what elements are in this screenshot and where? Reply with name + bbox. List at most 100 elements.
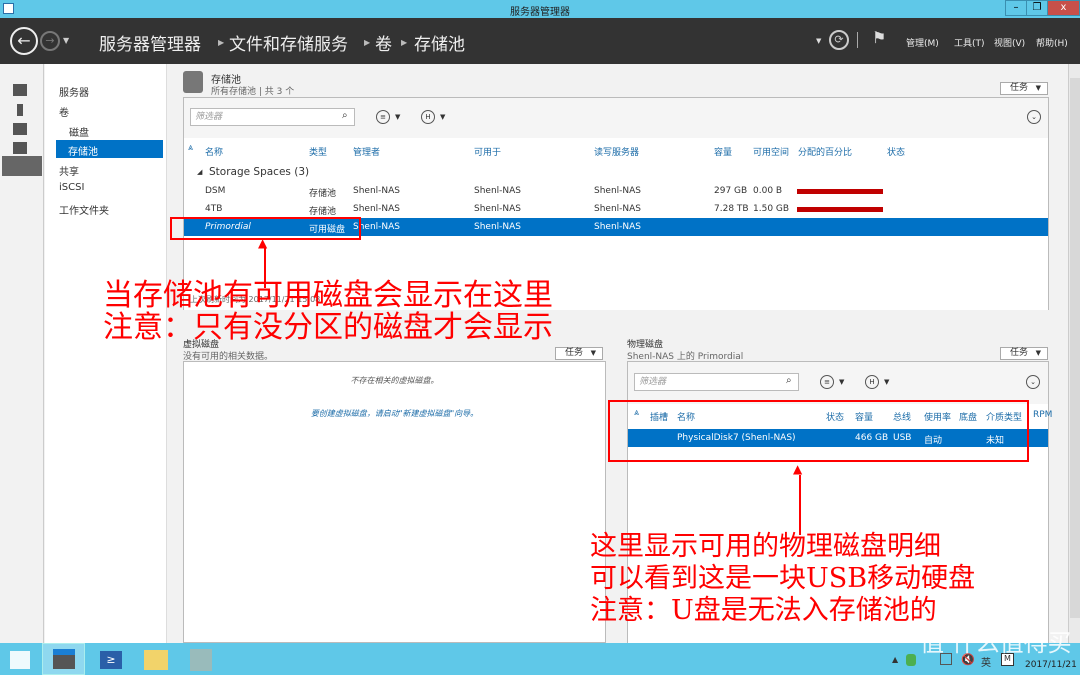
dropdown-icon[interactable]: ▼: [440, 113, 445, 121]
breadcrumb-server-manager[interactable]: 服务器管理器: [99, 30, 201, 55]
scroll-thumb[interactable]: [1070, 78, 1080, 618]
nav-panel: 服务器 卷 磁盘 存储池 共享 iSCSI 工作文件夹: [45, 64, 167, 643]
search-icon[interactable]: ⌕: [342, 110, 348, 121]
dashboard-icon[interactable]: [13, 84, 27, 96]
col-free[interactable]: 可用空间: [753, 145, 789, 158]
col-type[interactable]: 类型: [309, 145, 327, 158]
pools-tasks-button[interactable]: 任务: [1000, 82, 1048, 95]
nav-storage-pools[interactable]: 存储池: [56, 140, 163, 158]
start-button[interactable]: [10, 651, 30, 669]
group-collapse-icon[interactable]: ◢: [197, 168, 202, 176]
nav-volumes[interactable]: 卷: [59, 104, 69, 119]
vdisk-panel: 不存在相关的虚拟磁盘。 要创建虚拟磁盘，请启动"新建虚拟磁盘"向导。: [183, 361, 606, 643]
menu-tools[interactable]: 工具(T): [954, 36, 985, 49]
breadcrumb-file-storage[interactable]: 文件和存储服务: [229, 30, 348, 55]
cell-managed: Shenl-NAS: [353, 204, 401, 214]
annotation-arrowhead-icon: ▲: [793, 462, 803, 476]
server-manager-icon: [53, 649, 75, 669]
file-storage-icon[interactable]: [2, 156, 42, 176]
annotation-text: 注意：只有没分区的磁盘才会显示: [103, 310, 553, 345]
dropdown-icon[interactable]: ▼: [839, 378, 844, 386]
menu-view[interactable]: 视图(V): [994, 36, 1025, 49]
server-group-icon[interactable]: [13, 142, 27, 154]
save-query-icon[interactable]: H: [865, 375, 879, 389]
breadcrumb-separator-icon: ▶: [401, 38, 408, 47]
powershell-icon[interactable]: ≥: [100, 651, 122, 669]
annotation-text: 注意：U盘是无法入存储池的: [590, 595, 937, 626]
dropdown-icon[interactable]: ▼: [884, 378, 889, 386]
notifications-flag-icon[interactable]: ⚑: [872, 28, 886, 47]
left-icon-strip: [0, 64, 44, 643]
cell-available: Shenl-NAS: [474, 186, 522, 196]
pdisk-tasks-button[interactable]: 任务: [1000, 347, 1048, 360]
history-dropdown-icon[interactable]: ▼: [63, 36, 69, 45]
list-view-icon[interactable]: ≡: [376, 110, 390, 124]
col-capacity[interactable]: 容量: [714, 145, 732, 158]
nav-work-folders[interactable]: 工作文件夹: [59, 202, 109, 217]
close-button[interactable]: x: [1047, 0, 1080, 16]
nav-shares[interactable]: 共享: [59, 163, 79, 178]
vdisk-empty-message: 不存在相关的虚拟磁盘。: [350, 376, 439, 385]
list-view-icon[interactable]: ≡: [820, 375, 834, 389]
nav-iscsi[interactable]: iSCSI: [59, 182, 84, 193]
sort-icon[interactable]: ⩓: [188, 143, 193, 153]
menu-help[interactable]: 帮助(H): [1036, 36, 1068, 49]
cell-free: 0.00 B: [753, 186, 783, 196]
col-allocated[interactable]: 分配的百分比: [798, 145, 852, 158]
breadcrumb-volumes[interactable]: 卷: [375, 30, 392, 55]
taskbar-server-manager[interactable]: [42, 643, 85, 675]
nav-disks[interactable]: 磁盘: [69, 124, 89, 139]
new-vdisk-link[interactable]: 要创建虚拟磁盘，请启动"新建虚拟磁盘"向导。: [184, 408, 605, 419]
col-available[interactable]: 可用于: [474, 145, 501, 158]
file-explorer-icon[interactable]: [144, 650, 168, 670]
cell-available: Shenl-NAS: [474, 204, 522, 214]
vdisk-tasks-button[interactable]: 任务: [555, 347, 603, 360]
pdisk-filter-input[interactable]: 筛选器: [634, 373, 799, 391]
restore-button[interactable]: ❐: [1026, 0, 1048, 16]
pools-filter-input[interactable]: 筛选器: [190, 108, 355, 126]
allocation-bar: [797, 189, 883, 194]
annotation-arrowhead-icon: ▲: [258, 236, 268, 250]
cell-free: 1.50 GB: [753, 204, 790, 214]
clock-date[interactable]: 2017/11/21: [1025, 660, 1077, 670]
col-rw-server[interactable]: 读写服务器: [594, 145, 639, 158]
all-servers-icon[interactable]: [13, 123, 27, 135]
expand-icon[interactable]: ⌄: [1026, 375, 1040, 389]
title-bar: 服务器管理器 – ❐ x: [0, 0, 1080, 18]
dropdown-icon[interactable]: ▼: [395, 113, 400, 121]
taskbar: ≥ ▲ 🔇 英 M 2017/11/21 值 什么值得买: [0, 629, 1080, 675]
expand-icon[interactable]: ⌄: [1027, 110, 1041, 124]
table-row[interactable]: DSM 存储池 Shenl-NAS Shenl-NAS Shenl-NAS 29…: [184, 182, 1048, 200]
back-button[interactable]: ←: [10, 27, 38, 55]
breadcrumb-separator-icon: ▶: [218, 38, 225, 47]
shield-icon[interactable]: [906, 654, 916, 666]
tray-expand-icon[interactable]: ▲: [892, 655, 898, 664]
save-query-icon[interactable]: H: [421, 110, 435, 124]
allocation-bar: [797, 207, 883, 212]
server-cluster-icon[interactable]: [190, 649, 212, 671]
cell-name: 4TB: [205, 204, 223, 214]
table-row[interactable]: 4TB 存储池 Shenl-NAS Shenl-NAS Shenl-NAS 7.…: [184, 200, 1048, 218]
refresh-icon[interactable]: ⟳: [829, 30, 849, 50]
cell-rw: Shenl-NAS: [594, 204, 642, 214]
breadcrumb-separator-icon: ▶: [364, 38, 371, 47]
cell-available: Shenl-NAS: [474, 222, 522, 232]
nav-servers[interactable]: 服务器: [59, 84, 89, 99]
col-managed[interactable]: 管理者: [353, 145, 380, 158]
col-rpm[interactable]: RPM: [1033, 410, 1052, 420]
cell-capacity: 297 GB: [714, 186, 748, 196]
watermark: 值 什么值得买: [920, 629, 1072, 657]
local-server-icon[interactable]: [17, 104, 23, 116]
group-header[interactable]: Storage Spaces (3): [209, 166, 309, 178]
col-status[interactable]: 状态: [887, 145, 905, 158]
section-subtitle: 所有存储池 | 共 3 个: [211, 87, 295, 97]
minimize-button[interactable]: –: [1005, 0, 1027, 16]
search-icon[interactable]: ⌕: [786, 375, 792, 386]
storage-pool-icon: [183, 71, 203, 93]
menu-manage[interactable]: 管理(M): [906, 36, 939, 49]
forward-button[interactable]: →: [40, 31, 60, 51]
scrollbar[interactable]: [1068, 64, 1080, 643]
col-name[interactable]: 名称: [205, 145, 223, 158]
dropdown-icon[interactable]: ▼: [816, 37, 821, 45]
window-title: 服务器管理器: [510, 7, 570, 18]
